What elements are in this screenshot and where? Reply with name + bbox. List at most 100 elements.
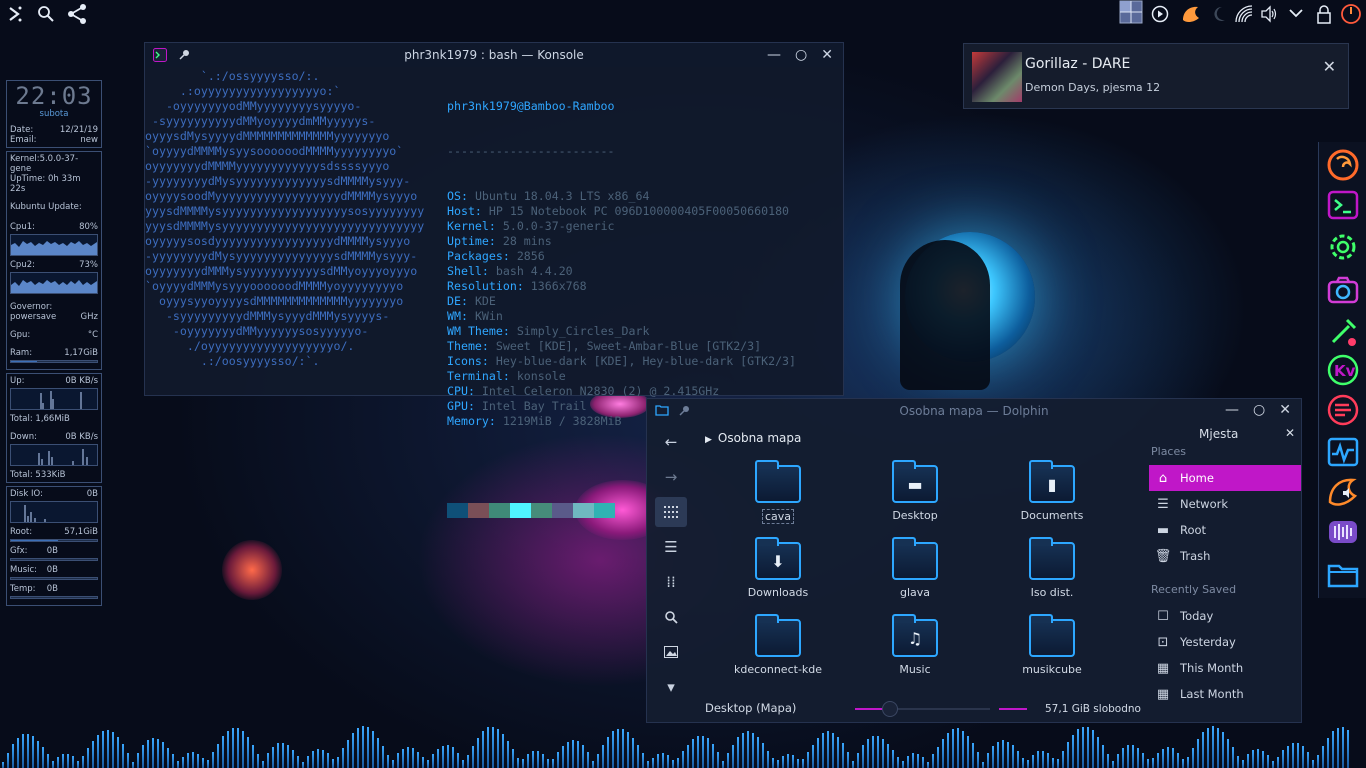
ascii-line: yyysdMMMMysyyyyyyyyyyyyyyyyyyyyyyyyyyyyy (145, 219, 425, 233)
dolphin-titlebar[interactable]: Osobna mapa — Dolphin — ○ ✕ (647, 399, 1301, 423)
app-launcher-icon[interactable] (6, 5, 24, 23)
visualizer-bar (737, 737, 739, 768)
wallpaper-silhouette (900, 240, 990, 390)
visualizer-bar (397, 753, 399, 768)
info-key: Host (447, 204, 475, 218)
dolphin-window[interactable]: Osobna mapa — Dolphin — ○ ✕ ← → ☰ ⁞⁞ ▾ ▶… (646, 398, 1302, 723)
folder-item[interactable]: ▬ Desktop (850, 460, 980, 537)
color-dropper-icon[interactable] (1325, 312, 1361, 348)
folder-item[interactable]: Iso dist. (987, 537, 1117, 614)
conky-disk-box: Disk IO: 0B Root: 57,1GiB Gfx: 0B Music: 0B … (6, 486, 102, 606)
icon-view-icon[interactable] (655, 497, 687, 527)
ascii-line: oyyyyyyydMMMMyyyyyyyyyyyysdssssyyyo (145, 159, 390, 173)
visualizer-bar (487, 727, 489, 768)
visualizer-bar (137, 752, 139, 768)
places-item[interactable]: ▬ Root (1149, 517, 1301, 543)
share-icon[interactable] (66, 3, 88, 25)
search-icon[interactable] (37, 5, 55, 23)
pin-icon[interactable] (679, 404, 691, 419)
visualizer-bar (347, 739, 349, 768)
settings-gear-icon[interactable] (1325, 229, 1361, 265)
visualizer-bar (477, 737, 479, 768)
konsole-window[interactable]: phr3nk1979 : bash — Konsole — ○ ✕ `.:/os… (144, 42, 844, 518)
breadcrumb-current[interactable]: Osobna mapa (718, 431, 801, 445)
visualizer-bar (837, 736, 839, 768)
visualizer-bar (1277, 756, 1279, 768)
preview-icon[interactable] (655, 637, 687, 667)
konsole-titlebar[interactable]: phr3nk1979 : bash — Konsole — ○ ✕ (145, 43, 843, 67)
separator-line: ------------------------ (447, 144, 615, 158)
system-monitor-icon[interactable] (1325, 434, 1361, 470)
folder-item[interactable]: kdeconnect-kde (713, 614, 843, 691)
minimize-button[interactable]: — (767, 47, 781, 63)
volume-icon[interactable] (1260, 5, 1278, 23)
minimize-button[interactable]: — (1225, 402, 1239, 418)
night-mode-icon[interactable] (1211, 5, 1227, 23)
search-icon[interactable] (655, 602, 687, 632)
media-notification[interactable]: Gorillaz - DARE Demon Days, pjesma 12 ✕ (963, 43, 1349, 109)
visualizer-bar (1087, 727, 1089, 768)
breadcrumb[interactable]: ▶ Osobna mapa (705, 431, 801, 445)
close-button[interactable]: ✕ (821, 47, 833, 63)
info-colon: : (474, 204, 489, 218)
kdenlive-icon[interactable]: Kv (1325, 352, 1361, 388)
up-value: 0B KB/s (65, 376, 98, 386)
zoom-slider[interactable] (855, 701, 990, 717)
places-close-button[interactable]: ✕ (1285, 426, 1295, 440)
maximize-button[interactable]: ○ (1253, 402, 1265, 418)
chevron-down-icon[interactable] (1288, 6, 1304, 20)
folder-item[interactable]: ♫ Music (850, 614, 980, 691)
firefox-icon[interactable] (1325, 147, 1361, 183)
folder-item[interactable]: musikcube (987, 614, 1117, 691)
folder-label: Downloads (747, 586, 809, 599)
places-item[interactable]: ▦ Last Month (1149, 681, 1301, 707)
temp-bar (10, 596, 98, 599)
color-picker-icon[interactable] (1180, 3, 1202, 25)
equalizer-icon[interactable] (1325, 514, 1361, 550)
pin-icon[interactable] (179, 48, 191, 65)
details-view-icon[interactable]: ☰ (655, 532, 687, 562)
back-icon[interactable]: ← (655, 427, 687, 457)
places-item[interactable]: ▦ This Month (1149, 655, 1301, 681)
close-button[interactable]: ✕ (1279, 402, 1291, 418)
pager-icon[interactable] (1119, 0, 1143, 24)
compact-view-icon[interactable]: ⁞⁞ (655, 567, 687, 597)
places-item[interactable]: ⌂ Home (1149, 465, 1301, 491)
folder-icon: ⬇ (755, 537, 801, 580)
power-icon[interactable] (1340, 3, 1362, 25)
visualizer-bar (812, 744, 814, 768)
places-item[interactable]: ⊡ Yesterday (1149, 629, 1301, 655)
terminal-icon[interactable] (1325, 187, 1361, 223)
visualizer-bar (752, 732, 754, 768)
maximize-button[interactable]: ○ (795, 47, 807, 63)
audio-player-icon[interactable] (1325, 474, 1361, 510)
folder-item[interactable]: ▮ Documents (987, 460, 1117, 537)
visualizer-bar (1197, 739, 1199, 768)
dolphin-title: Osobna mapa — Dolphin (899, 404, 1049, 418)
visualizer-bar (797, 759, 799, 768)
zoom-slider-handle[interactable] (882, 701, 898, 717)
visualizer-bar (387, 755, 389, 768)
places-item[interactable]: ☰ Network (1149, 491, 1301, 517)
folder-item[interactable]: cava (713, 460, 843, 537)
folder-item[interactable]: ⬇ Downloads (713, 537, 843, 614)
camera-icon[interactable] (1325, 272, 1361, 308)
notification-close-button[interactable]: ✕ (1323, 57, 1336, 76)
text-editor-icon[interactable] (1325, 392, 1361, 428)
places-item[interactable]: ☐ Today (1149, 603, 1301, 629)
folder-emblem-icon: ▮ (1047, 475, 1057, 494)
wifi-icon[interactable] (1234, 4, 1254, 24)
visualizer-bar (187, 753, 189, 768)
media-play-icon[interactable] (1151, 5, 1169, 23)
folder-item[interactable]: glava (850, 537, 980, 614)
gpu-value: °C (87, 330, 98, 340)
lock-screen-icon[interactable] (1316, 4, 1332, 24)
visualizer-bar (362, 726, 364, 768)
folder-label: glava (899, 586, 931, 599)
more-menu-icon[interactable]: ▾ (655, 672, 687, 702)
visualizer-bar (157, 738, 159, 768)
forward-icon[interactable]: → (655, 462, 687, 492)
ascii-line: `oyyyydMMMMysyysoooooodMMMMyyyyyyyyo` (145, 144, 404, 158)
places-item[interactable]: 🗑 Trash (1149, 543, 1301, 569)
folder-icon[interactable] (1325, 556, 1361, 592)
